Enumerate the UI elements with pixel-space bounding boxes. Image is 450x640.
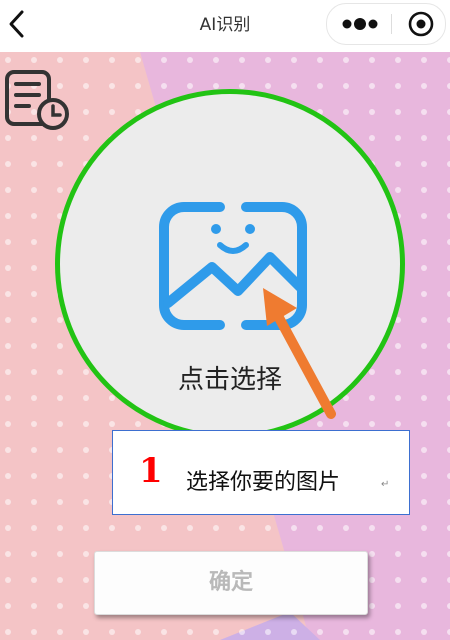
- orange-pointer-arrow: [263, 288, 336, 419]
- confirm-button[interactable]: 确定: [94, 551, 368, 615]
- paragraph-mark: ↵: [381, 479, 390, 490]
- annotation-text: 选择你要的图片: [186, 470, 341, 495]
- more-icon[interactable]: [341, 18, 381, 30]
- annotation-step-number: 1: [139, 451, 163, 491]
- top-navigation-bar: AI识别: [0, 0, 450, 52]
- history-document-clock-icon[interactable]: [2, 68, 70, 132]
- capsule-divider: [391, 14, 392, 34]
- annotation-box: 1 选择你要的图片 ↵: [112, 430, 410, 515]
- menu-capsule: [326, 3, 446, 45]
- close-target-icon[interactable]: [407, 10, 435, 38]
- image-picker-circle[interactable]: 点击选择: [55, 89, 405, 439]
- picker-label: 点击选择: [177, 365, 282, 395]
- page: AI识别 点击选择 1 选择你要的图片 ↵ 确定: [0, 0, 450, 640]
